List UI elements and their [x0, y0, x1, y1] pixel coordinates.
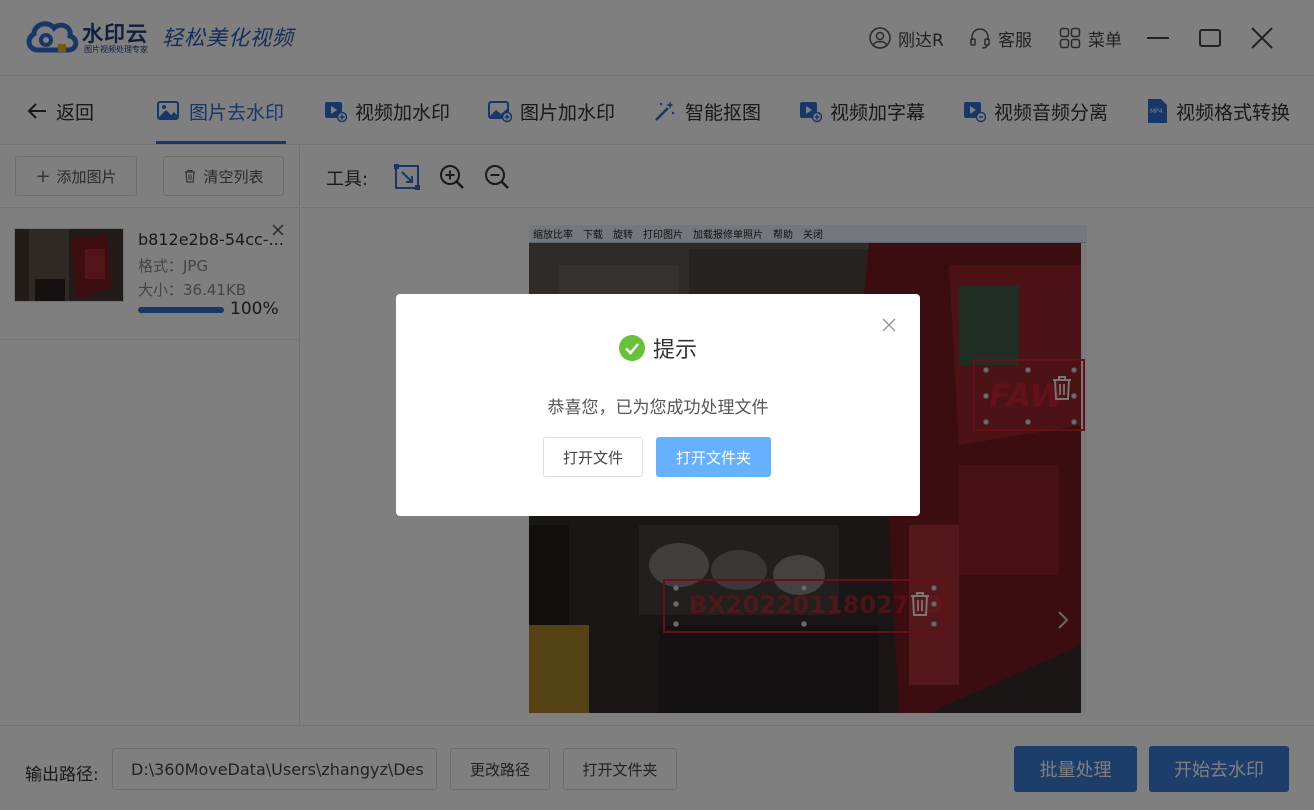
open-folder-dialog-button[interactable]: 打开文件夹 [656, 437, 771, 477]
dialog-message: 恭喜您，已为您成功处理文件 [547, 398, 769, 418]
app-window: 水印云 图片视频处理专家 轻松美化视频 刚达R 客服 菜单 [0, 0, 1314, 810]
dialog-title: 提示 [652, 338, 697, 363]
open-file-button[interactable]: 打开文件 [543, 437, 643, 477]
success-dialog: 提示 恭喜您，已为您成功处理文件 打开文件 打开文件夹 [396, 294, 920, 516]
success-check-icon [618, 335, 645, 361]
close-icon [882, 318, 896, 332]
dialog-header: 提示 [396, 332, 920, 364]
